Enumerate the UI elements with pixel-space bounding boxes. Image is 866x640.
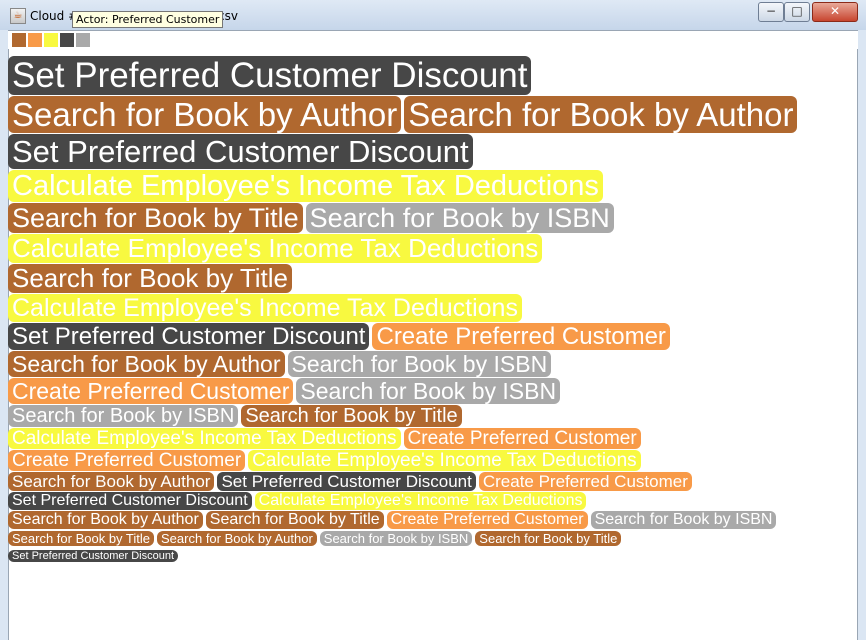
use-case-tag[interactable]: Set Preferred Customer Discount [8,56,532,95]
legend-swatch-grey[interactable] [76,33,90,47]
use-case-tag[interactable]: Create Preferred Customer [478,472,692,491]
use-case-tag[interactable]: Create Preferred Customer [386,511,588,529]
use-case-tag[interactable]: Search for Book by ISBN [590,511,777,529]
use-case-tag[interactable]: Search for Book by ISBN [296,378,561,404]
use-case-tag[interactable]: Search for Book by Author [8,511,203,529]
use-case-tag[interactable]: Set Preferred Customer Discount [8,492,252,510]
cloud-row: Calculate Employee's Income Tax Deductio… [8,428,644,449]
cloud-row: Search for Book by ISBN Search for Book b… [8,405,465,427]
use-case-tag[interactable]: Create Preferred Customer [372,323,670,350]
use-case-tag[interactable]: Set Preferred Customer Discount [8,323,370,350]
java-icon[interactable]: ☕ [10,8,26,24]
use-case-tag[interactable]: Calculate Employee's Income Tax Deductio… [254,492,587,510]
legend-swatch-orange[interactable] [28,33,42,47]
cloud-row: Set Preferred Customer Discount [8,56,534,95]
use-case-tag[interactable]: Set Preferred Customer Discount [217,472,476,491]
use-case-tag[interactable]: Set Preferred Customer Discount [8,134,473,169]
cloud-row: Search for Book by Title Search for Book … [8,203,617,233]
use-case-tag[interactable]: Create Preferred Customer [8,378,294,404]
maximize-button[interactable]: □ [784,2,810,22]
use-case-tag[interactable]: Set Preferred Customer Discount [8,550,179,562]
actor-tooltip: Actor: Preferred Customer [72,11,224,28]
use-case-tag[interactable]: Search for Book by Author [404,96,798,133]
cloud-row: Set Preferred Customer Discount [8,134,476,169]
use-case-tag[interactable]: Search for Book by Title [241,405,462,427]
cloud-row: Create Preferred Customer Calculate Emplo… [8,450,644,471]
cloud-row: Calculate Employee's Income Tax Deductio… [8,234,545,263]
legend-swatch-dark[interactable] [60,33,74,47]
use-case-tag[interactable]: Create Preferred Customer [403,428,641,449]
use-case-tag[interactable]: Calculate Employee's Income Tax Deductio… [8,170,603,202]
use-case-tag[interactable]: Calculate Employee's Income Tax Deductio… [248,450,641,471]
use-case-tag[interactable]: Search for Book by ISBN [319,531,473,546]
word-cloud: Set Preferred Customer Discount Search fo… [8,56,858,636]
cloud-row: Calculate Employee's Income Tax Deductio… [8,294,525,322]
cloud-row: Search for Book by Author Search for Book… [8,351,554,377]
close-button[interactable]: ✕ [812,2,858,22]
use-case-tag[interactable]: Create Preferred Customer [8,450,246,471]
cloud-row: Set Preferred Customer Discount Create Pr… [8,323,673,350]
cloud-row: Search for Book by Author Search for Book… [8,511,779,529]
use-case-tag[interactable]: Search for Book by Title [205,511,384,529]
color-legend [8,30,858,49]
window-frame-right [858,30,866,640]
use-case-tag[interactable]: Search for Book by Author [8,351,285,377]
use-case-tag[interactable]: Search for Book by Title [8,203,303,233]
use-case-tag[interactable]: Search for Book by Title [8,531,155,546]
cloud-row: Set Preferred Customer Discount Calculate… [8,492,589,510]
use-case-tag[interactable]: Calculate Employee's Income Tax Deductio… [8,294,522,322]
app-window: ☕ Cloud # csv Actor: Preferred Customer … [0,0,866,640]
use-case-tag[interactable]: Search for Book by Title [475,531,622,546]
minimize-button[interactable]: − [758,2,784,22]
cloud-row: Calculate Employee's Income Tax Deductio… [8,170,606,202]
use-case-tag[interactable]: Search for Book by Title [8,264,293,293]
cloud-row: Create Preferred Customer Search for Book… [8,378,563,404]
cloud-row: Set Preferred Customer Discount [8,546,181,564]
use-case-tag[interactable]: Calculate Employee's Income Tax Deductio… [8,234,543,263]
window-title: Cloud # [30,9,79,23]
cloud-row: Search for Book by Author Set Preferred C… [8,472,695,492]
cloud-row: Search for Book by Title [8,264,295,293]
use-case-tag[interactable]: Search for Book by ISBN [305,203,614,233]
use-case-tag[interactable]: Search for Book by Author [8,472,215,491]
cloud-row: Search for Book by Author Search for Book… [8,96,800,133]
legend-swatch-brown[interactable] [12,33,26,47]
use-case-tag[interactable]: Search for Book by ISBN [287,351,552,377]
use-case-tag[interactable]: Search for Book by Author [8,96,402,133]
legend-swatch-yellow[interactable] [44,33,58,47]
use-case-tag[interactable]: Calculate Employee's Income Tax Deductio… [8,428,401,449]
use-case-tag[interactable]: Search for Book by ISBN [8,405,239,427]
window-frame-left [0,30,8,640]
use-case-tag[interactable]: Search for Book by Author [157,531,317,546]
title-bar[interactable]: ☕ Cloud # csv Actor: Preferred Customer … [0,0,866,30]
